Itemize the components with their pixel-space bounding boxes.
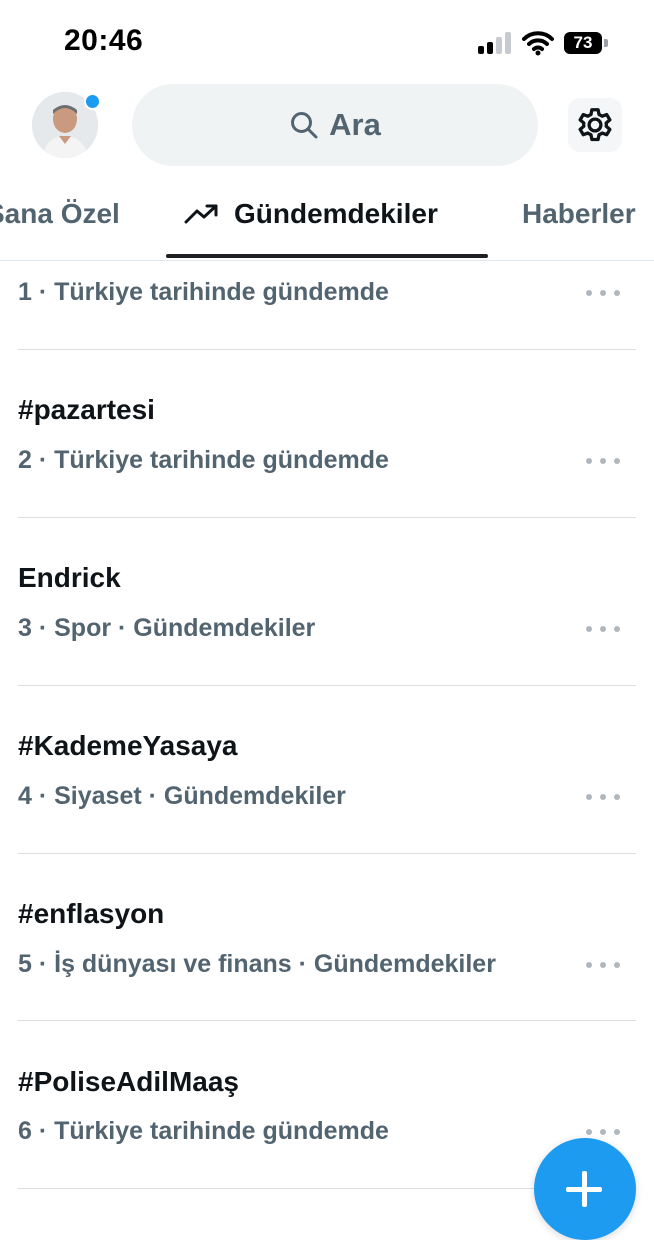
trend-meta: 2 · Türkiye tarihinde gündemde [18, 446, 389, 474]
tab-label: Sana Özel [0, 198, 120, 229]
wifi-icon [522, 31, 554, 56]
divider [0, 260, 654, 261]
cellular-signal-icon [478, 32, 514, 54]
more-options-icon[interactable] [586, 792, 620, 802]
divider [18, 517, 636, 518]
more-options-icon[interactable] [586, 960, 620, 970]
trending-icon [184, 204, 218, 224]
trend-meta: 5 · İş dünyası ve finans · Gündemdekiler [18, 950, 496, 978]
trend-name: #pazartesi [18, 394, 155, 425]
trend-meta: 6 · Türkiye tarihinde gündemde [18, 1117, 389, 1145]
tab-news[interactable]: Haberler [522, 198, 636, 230]
trend-name: Endrick [18, 562, 121, 593]
battery-tip [604, 39, 608, 47]
more-options-icon[interactable] [586, 456, 620, 466]
search-icon [291, 112, 318, 139]
trend-meta: 1 · Türkiye tarihinde gündemde [18, 278, 389, 306]
plus-icon-vertical [582, 1171, 587, 1207]
trend-meta: 4 · Siyaset · Gündemdekiler [18, 782, 346, 810]
more-options-icon[interactable] [586, 288, 620, 298]
status-bar: 20:46 73 [0, 0, 654, 80]
settings-button[interactable] [568, 98, 622, 152]
tab-bar: Sana Özel Gündemdekiler Haberler [0, 176, 654, 260]
divider [18, 853, 636, 854]
search-placeholder: Ara [329, 107, 381, 142]
tab-trending[interactable]: Gündemdekiler [184, 198, 438, 230]
trend-name: #enflasyon [18, 898, 165, 929]
divider [18, 349, 636, 350]
compose-button[interactable] [534, 1138, 636, 1240]
notification-dot [84, 93, 101, 110]
trend-name: #PoliseAdilMaaş [18, 1066, 239, 1097]
trend-name: #KademeYasaya [18, 730, 238, 761]
battery-level: 73 [564, 32, 602, 54]
more-options-icon[interactable] [586, 1127, 620, 1137]
status-time: 20:46 [64, 24, 144, 57]
tab-for-you[interactable]: Sana Özel [0, 198, 120, 230]
trend-meta: 3 · Spor · Gündemdekiler [18, 614, 316, 642]
more-options-icon[interactable] [586, 624, 620, 634]
active-tab-indicator [166, 254, 488, 258]
search-input[interactable]: Ara [132, 84, 538, 166]
gear-icon [578, 108, 612, 142]
divider [18, 1020, 636, 1021]
tab-label: Haberler [522, 198, 636, 229]
tab-label: Gündemdekiler [234, 198, 438, 229]
divider [18, 685, 636, 686]
